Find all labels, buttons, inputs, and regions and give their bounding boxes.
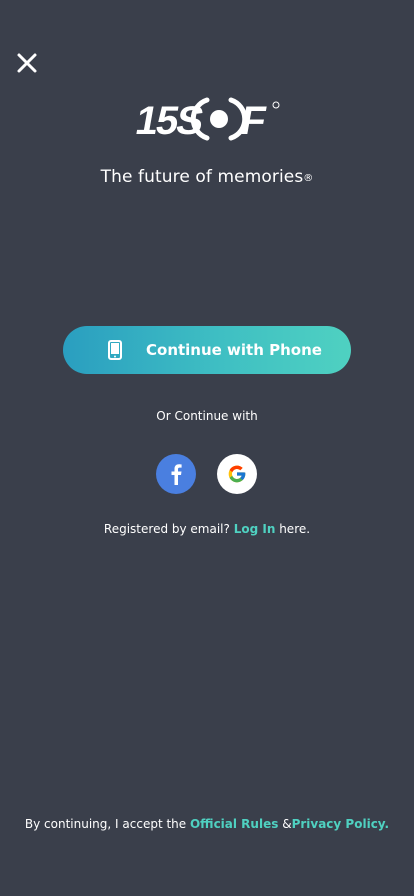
close-button[interactable] <box>15 51 39 75</box>
continue-with-phone-label: Continue with Phone <box>146 341 322 359</box>
or-continue-with-label: Or Continue with <box>156 409 258 423</box>
close-icon <box>17 53 37 73</box>
email-login-prompt: Registered by email? Log In here. <box>0 522 414 536</box>
privacy-policy-link[interactable]: Privacy Policy. <box>292 817 390 831</box>
google-icon <box>228 465 246 483</box>
registered-mark: ® <box>303 173 314 184</box>
log-in-link[interactable]: Log In <box>234 522 276 536</box>
email-login-prefix: Registered by email? <box>103 522 230 536</box>
terms-separator: & <box>282 817 292 831</box>
email-login-suffix: here. <box>279 522 311 536</box>
phone-icon <box>108 340 122 360</box>
tagline-text: The future of memories <box>100 167 304 187</box>
terms-footer: By continuing, I accept the Official Rul… <box>0 817 414 831</box>
terms-prefix: By continuing, I accept the <box>24 817 187 831</box>
facebook-icon <box>171 464 182 485</box>
facebook-login-button[interactable] <box>156 454 196 494</box>
google-login-button[interactable] <box>217 454 257 494</box>
official-rules-link[interactable]: Official Rules <box>190 817 278 831</box>
continue-with-phone-button[interactable]: Continue with Phone <box>63 326 351 374</box>
tagline: The future of memories® <box>0 167 414 187</box>
brand-logo: 15S F <box>132 94 283 144</box>
